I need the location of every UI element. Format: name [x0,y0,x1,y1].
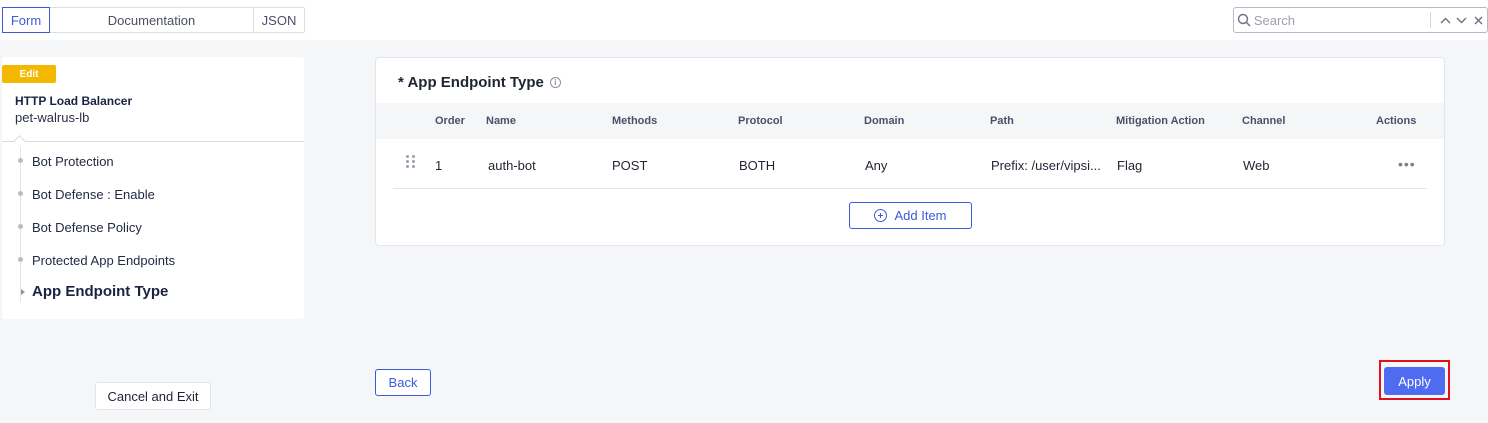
chevron-down-icon[interactable] [1453,8,1470,32]
nav-dot [18,257,23,262]
close-icon[interactable] [1470,8,1487,32]
view-tabs: Form Documentation JSON [2,7,305,33]
tab-json[interactable]: JSON [254,8,304,32]
back-button[interactable]: Back [375,369,431,396]
object-name: pet-walrus-lb [15,110,90,125]
left-nav-panel: Edit HTTP Load Balancer pet-walrus-lb Bo… [2,57,304,319]
nav-dot [18,158,23,163]
object-type-title: HTTP Load Balancer [15,94,133,108]
nav-item-app-endpoint-type[interactable]: App Endpoint Type [32,283,168,300]
column-header-methods: Methods [612,115,658,127]
search-icon [1234,8,1254,32]
tab-documentation[interactable]: Documentation [50,8,254,32]
nav-dot [18,191,23,196]
nav-item-protected-app-endpoints[interactable]: Protected App Endpoints [32,253,175,268]
cell-protocol: BOTH [739,158,776,173]
column-header-path: Path [990,115,1014,127]
table-row[interactable]: 1 auth-bot POST BOTH Any Prefix: /user/v… [393,139,1427,189]
column-header-protocol: Protocol [738,115,783,127]
cell-name: auth-bot [488,158,536,173]
column-header-domain: Domain [864,115,905,127]
search-box [1233,7,1488,33]
card-title: * App Endpoint Type i [398,74,561,91]
nav-active-arrow-icon [21,289,25,295]
nav-item-bot-defense-enable[interactable]: Bot Defense : Enable [32,187,155,202]
nav-item-bot-defense-policy[interactable]: Bot Defense Policy [32,220,142,235]
more-actions-icon[interactable]: ••• [1398,156,1416,172]
table-header: Order Name Methods Protocol Domain Path … [376,103,1444,139]
add-item-label: Add Item [894,208,947,223]
edit-badge: Edit [2,65,56,83]
cell-channel: Web [1243,158,1270,173]
divider-notch [13,135,26,148]
cell-path: Prefix: /user/vipsi... [991,158,1101,173]
apply-button[interactable]: Apply [1384,367,1445,395]
cell-order: 1 [435,158,443,173]
drag-handle-icon[interactable] [406,155,416,169]
chevron-up-icon[interactable] [1437,8,1454,32]
divider [2,141,304,142]
cell-mitigation-action: Flag [1117,158,1143,173]
card-title-text: * App Endpoint Type [398,74,544,91]
cancel-and-exit-button[interactable]: Cancel and Exit [95,382,211,410]
nav-dot [18,224,23,229]
search-input[interactable] [1253,9,1430,31]
column-header-order: Order [435,115,465,127]
search-divider [1429,12,1431,28]
column-header-mitigation-action: Mitigation Action [1116,115,1205,127]
top-bar: Form Documentation JSON [0,0,1488,40]
info-icon[interactable]: i [549,77,561,88]
app-endpoint-type-card: * App Endpoint Type i Order Name Methods… [375,57,1445,246]
cell-domain: Any [865,158,888,173]
tab-form[interactable]: Form [2,7,50,33]
plus-circle-icon [874,209,888,222]
column-header-name: Name [486,115,516,127]
column-header-actions: Actions [1376,115,1417,127]
cell-methods: POST [612,158,648,173]
add-item-button[interactable]: Add Item [849,202,972,229]
column-header-channel: Channel [1242,115,1286,127]
nav-item-bot-protection[interactable]: Bot Protection [32,154,114,169]
